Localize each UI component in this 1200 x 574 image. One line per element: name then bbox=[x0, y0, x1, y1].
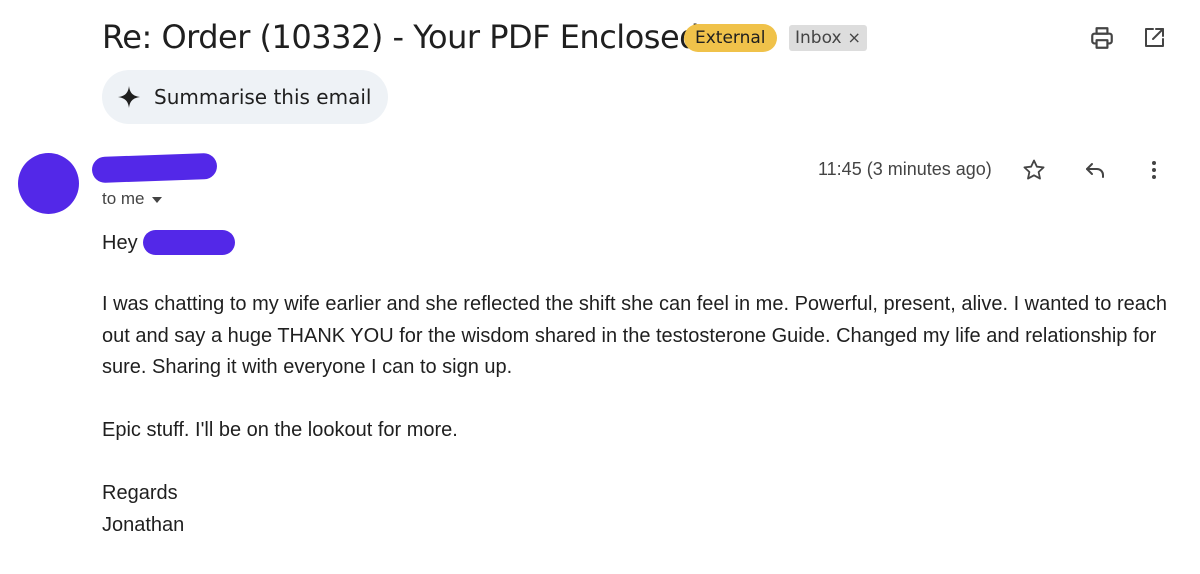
to-me-label: to me bbox=[102, 189, 145, 208]
redacted-recipient-name bbox=[143, 230, 235, 255]
email-signoff: Regards bbox=[102, 482, 178, 504]
recipient-details-toggle[interactable]: to me bbox=[102, 188, 162, 210]
email-body-paragraph: I was chatting to my wife earlier and sh… bbox=[102, 293, 1167, 378]
inbox-label-chip: Inbox × bbox=[789, 25, 867, 51]
more-vertical-icon[interactable] bbox=[1141, 157, 1167, 183]
email-signature: Jonathan bbox=[102, 514, 185, 536]
open-in-new-window-icon[interactable] bbox=[1140, 24, 1168, 52]
inbox-label-text: Inbox bbox=[795, 28, 842, 48]
email-greeting: Hey bbox=[102, 228, 138, 260]
sparkle-icon bbox=[117, 85, 141, 114]
message-timestamp: 11:45 (3 minutes ago) bbox=[818, 159, 992, 179]
greeting-word: Hey bbox=[102, 232, 138, 254]
redacted-sender-name bbox=[91, 152, 218, 184]
summarise-label: Summarise this email bbox=[154, 85, 372, 109]
external-badge: External bbox=[684, 24, 777, 52]
print-icon[interactable] bbox=[1088, 24, 1116, 52]
remove-label-icon[interactable]: × bbox=[848, 25, 861, 51]
reply-icon[interactable] bbox=[1082, 157, 1108, 183]
summarise-email-button[interactable]: Summarise this email bbox=[102, 70, 388, 124]
caret-down-icon bbox=[151, 197, 162, 203]
email-subject: Re: Order (10332) - Your PDF Enclosed bbox=[102, 18, 699, 56]
email-body-paragraph: Epic stuff. I'll be on the lookout for m… bbox=[102, 419, 458, 441]
sender-avatar[interactable] bbox=[18, 153, 79, 214]
star-icon[interactable] bbox=[1021, 157, 1047, 183]
